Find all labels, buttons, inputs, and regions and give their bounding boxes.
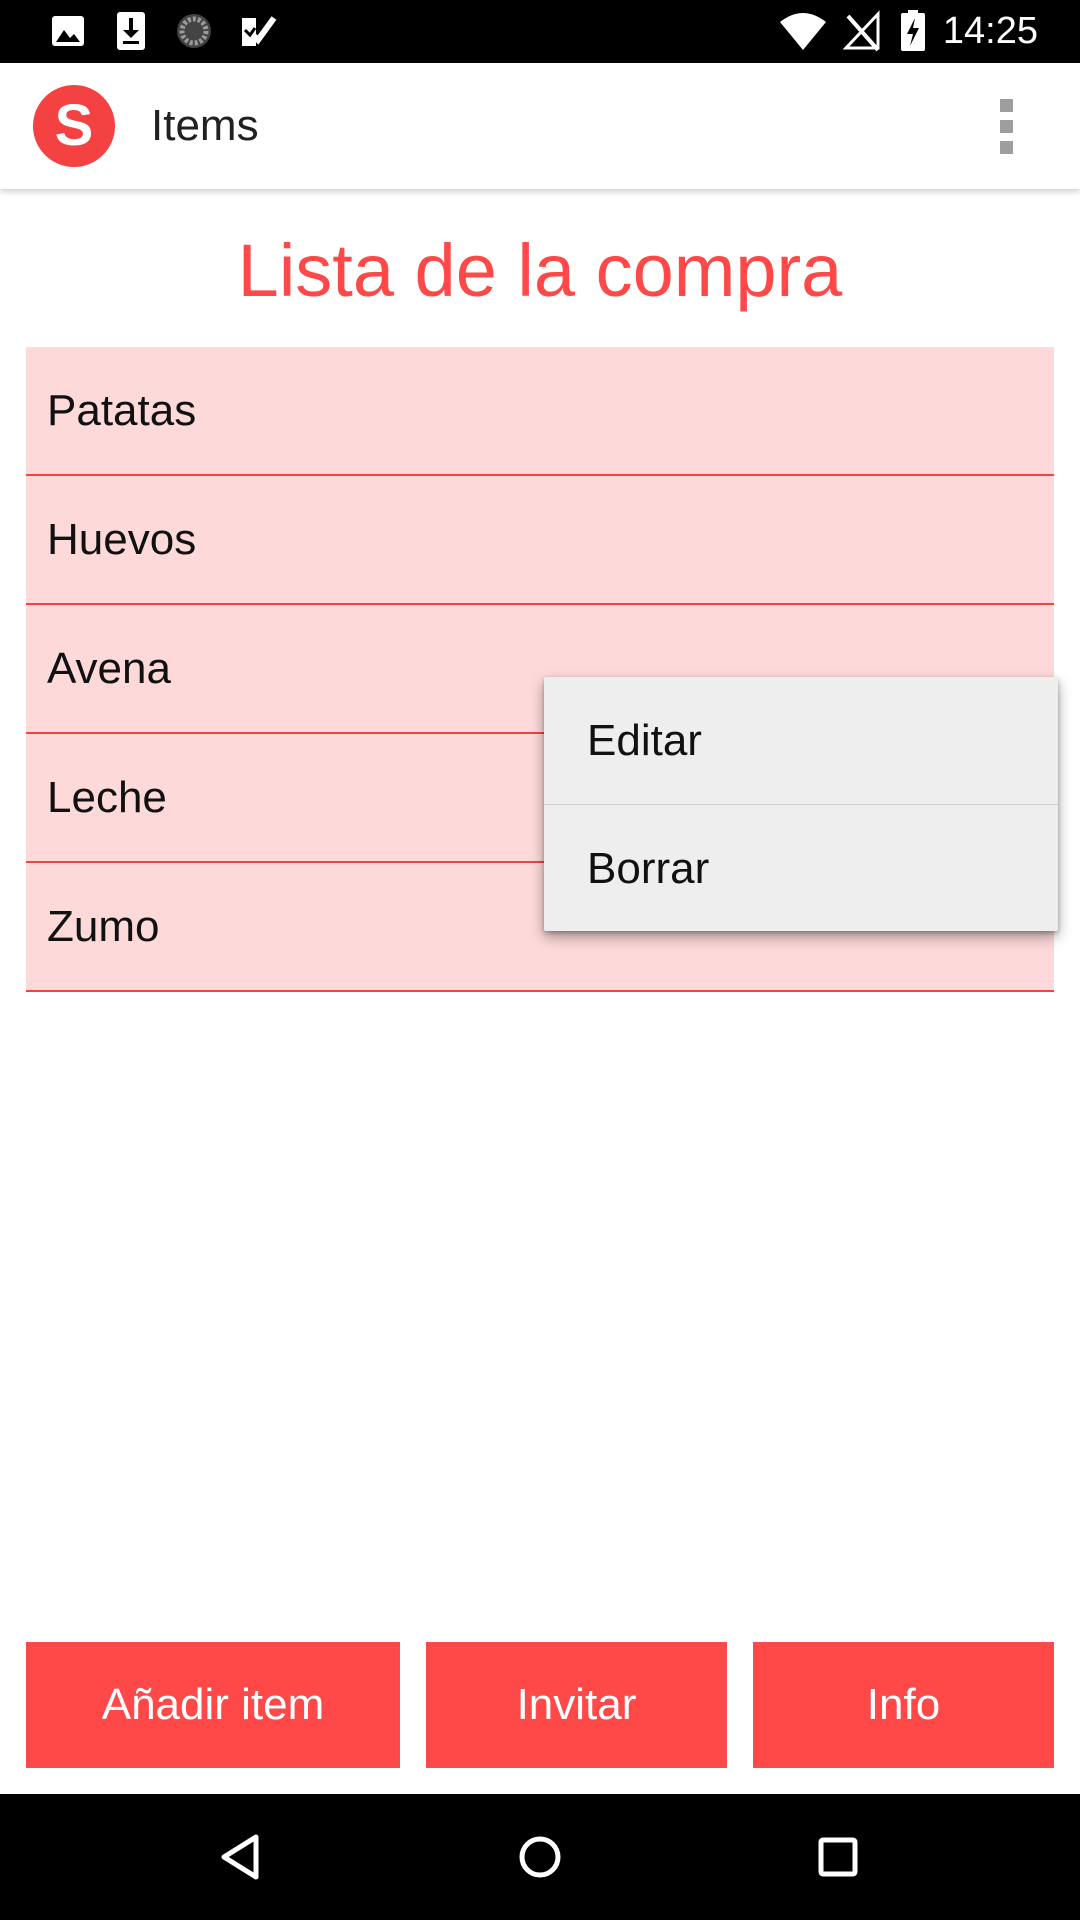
image-icon <box>50 10 86 52</box>
context-menu: Editar Borrar <box>544 677 1058 931</box>
edit-menu-label: Editar <box>587 716 702 765</box>
app-title: Items <box>151 101 259 150</box>
wifi-icon <box>778 10 828 52</box>
home-icon[interactable] <box>510 1827 570 1887</box>
status-bar: 14:25 <box>0 0 1080 63</box>
more-vert-icon[interactable] <box>984 93 1028 159</box>
list-item-label: Leche <box>47 773 167 822</box>
back-icon[interactable] <box>212 1827 272 1887</box>
list-item[interactable]: Patatas <box>26 347 1054 476</box>
navigation-bar <box>0 1794 1080 1920</box>
svg-text:S: S <box>55 93 94 158</box>
page-title: Lista de la compra <box>237 229 843 312</box>
list-item-label: Huevos <box>47 515 197 564</box>
delete-menu-label: Borrar <box>587 844 710 893</box>
list-item-label: Zumo <box>47 902 160 951</box>
list-item-label: Patatas <box>47 386 197 435</box>
no-signal-icon <box>842 10 882 52</box>
menu-dot <box>999 98 1013 112</box>
delete-menu-item[interactable]: Borrar <box>544 804 1058 932</box>
list-item[interactable]: Huevos <box>26 476 1054 605</box>
edit-menu-item[interactable]: Editar <box>544 677 1058 804</box>
sync-icon <box>174 10 214 52</box>
info-button[interactable]: Info <box>753 1642 1054 1768</box>
screen: 14:25 S Items Lista de la compra Patatas… <box>0 0 1080 1920</box>
app-logo: S <box>33 85 115 167</box>
status-time: 14:25 <box>942 10 1038 52</box>
app-bar: S Items <box>0 63 1080 189</box>
list-item-label: Avena <box>47 644 171 693</box>
battery-charging-icon <box>900 10 926 52</box>
menu-dot <box>999 140 1013 154</box>
checklist-icon <box>238 10 278 52</box>
menu-dot <box>999 119 1013 133</box>
add-item-button[interactable]: Añadir item <box>26 1642 400 1768</box>
invite-button[interactable]: Invitar <box>426 1642 727 1768</box>
recents-icon[interactable] <box>808 1827 868 1887</box>
download-icon <box>114 10 148 52</box>
